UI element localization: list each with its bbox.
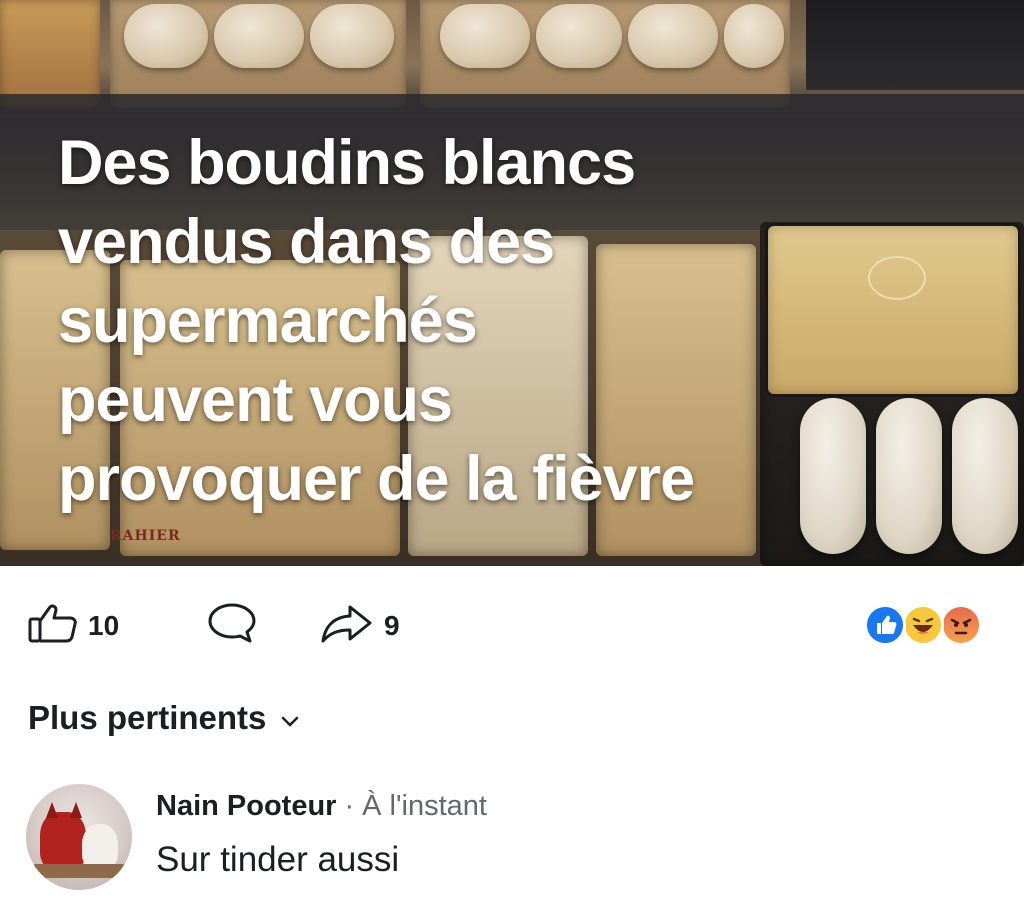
sausage (440, 4, 530, 68)
sausage (124, 4, 208, 68)
sausage (536, 4, 622, 68)
comment-text: Sur tinder aussi (156, 840, 400, 879)
reaction-summary[interactable] (864, 604, 994, 648)
like-button[interactable]: 10 (28, 604, 120, 646)
post-actions: 10 9 (0, 566, 1024, 686)
comment-item: Nain Pooteur · À l'instant Sur tinder au… (26, 784, 1006, 894)
headline-line: Des boudins blancs (58, 128, 636, 198)
avatar-figure (82, 824, 118, 868)
bottom-border (0, 896, 1024, 904)
avatar-figure (40, 812, 86, 870)
like-reaction-icon (864, 604, 906, 646)
headline-line: vendus dans des (58, 207, 555, 277)
haha-reaction-icon (902, 604, 944, 646)
avatar[interactable] (26, 784, 132, 890)
like-count: 10 (88, 610, 120, 641)
sausage (214, 4, 304, 68)
headline-line: provoquer de la fièvre (58, 444, 695, 514)
sausage-tray (110, 0, 406, 108)
sausage (310, 4, 394, 68)
share-icon (320, 603, 374, 650)
comment-separator: · (344, 790, 355, 822)
comment-sort-dropdown[interactable]: Plus pertinents (28, 696, 300, 740)
headline-line: peuvent vous (58, 365, 453, 435)
comment-timestamp: À l'instant (362, 790, 487, 822)
sort-label: Plus pertinents (28, 699, 267, 736)
sausage (628, 4, 718, 68)
avatar-horn (70, 802, 82, 818)
share-count: 9 (384, 610, 400, 641)
pack-brand-text: RAHIER (110, 528, 181, 544)
thumbs-up-icon (28, 603, 78, 650)
share-button[interactable]: 9 (320, 605, 400, 646)
comment-header: Nain Pooteur · À l'instant (156, 790, 487, 823)
comment-button[interactable] (206, 603, 258, 646)
comment-icon (206, 601, 258, 652)
post-image[interactable]: RAHIER Des boudins blancs vendus dans de… (0, 0, 1024, 566)
sausage-tray (420, 0, 790, 108)
dark-tray (806, 0, 1024, 90)
headline-line: supermarchés (58, 286, 478, 356)
chevron-down-icon (280, 699, 300, 737)
product-tray (0, 0, 100, 108)
comment-author[interactable]: Nain Pooteur (156, 790, 336, 823)
avatar-horn (46, 802, 58, 818)
post-headline: Des boudins blancs vendus dans des super… (58, 124, 998, 519)
angry-reaction-icon (940, 604, 982, 646)
avatar-table (32, 864, 126, 878)
sausage (724, 4, 784, 68)
